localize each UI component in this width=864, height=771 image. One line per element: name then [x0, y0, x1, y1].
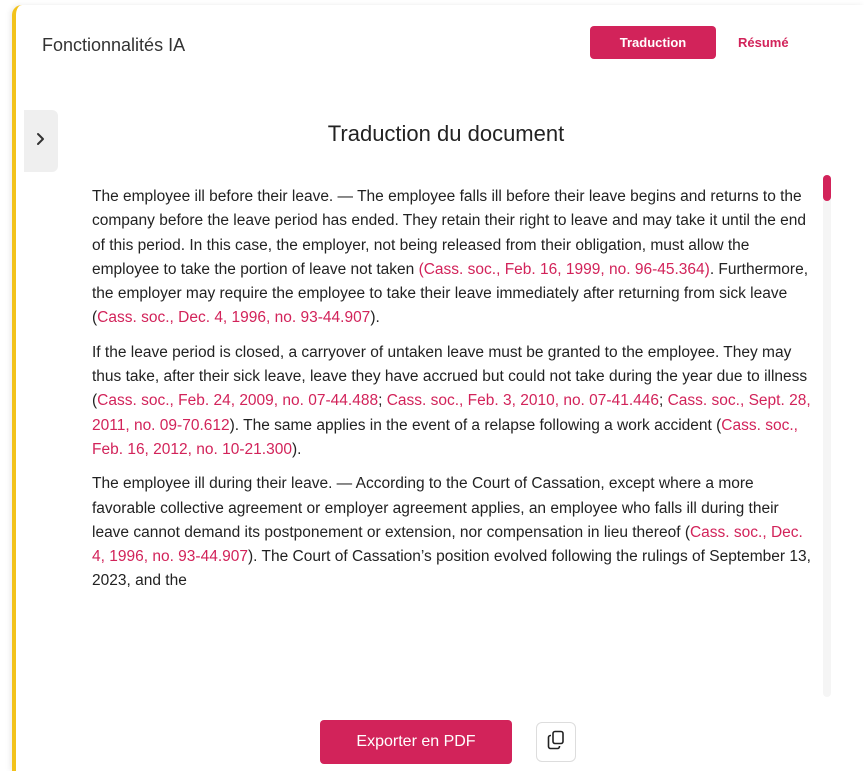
translation-paragraph: The employee ill during their leave. — A… — [92, 472, 812, 593]
case-reference-link[interactable]: (Cass. soc., Feb. 16, 1999, no. 96-45.36… — [419, 261, 710, 278]
scrollbar-thumb[interactable] — [823, 175, 831, 201]
translation-paragraph: If the leave period is closed, a carryov… — [92, 341, 812, 462]
paragraph-text: ; — [378, 392, 387, 410]
paragraph-text: ; — [658, 392, 668, 410]
paragraph-text: ). — [291, 440, 302, 458]
translation-button[interactable]: Traduction — [590, 26, 716, 59]
translation-content[interactable]: The employee ill before their leave. — T… — [92, 185, 812, 697]
translation-paragraph: The employee ill before their leave. — T… — [92, 185, 812, 331]
chevron-right-icon — [35, 132, 47, 151]
copy-button[interactable] — [536, 722, 576, 762]
panel-title: Fonctionnalités IA — [42, 35, 186, 55]
case-reference-link[interactable]: Cass. soc., Feb. 24, 2009, no. 07-44.488 — [97, 392, 378, 409]
ai-features-panel: Fonctionnalités IA Traduction Résumé Tra… — [12, 5, 864, 771]
scrollbar-track[interactable] — [823, 175, 831, 697]
export-pdf-button[interactable]: Exporter en PDF — [320, 720, 512, 764]
paragraph-text: ). The same applies in the event of a re… — [229, 416, 722, 434]
case-reference-link[interactable]: Cass. soc., Dec. 4, 1996, no. 93-44.907 — [97, 309, 370, 326]
copy-icon — [547, 730, 565, 755]
paragraph-text: The employee ill during their leave. — A… — [92, 475, 779, 541]
case-reference-link[interactable]: Cass. soc., Feb. 3, 2010, no. 07-41.446 — [387, 392, 659, 409]
collapse-panel-button[interactable] — [24, 110, 58, 172]
section-title: Traduction du document — [327, 121, 565, 146]
summary-button[interactable]: Résumé — [738, 35, 789, 50]
paragraph-text: ). — [370, 309, 380, 327]
